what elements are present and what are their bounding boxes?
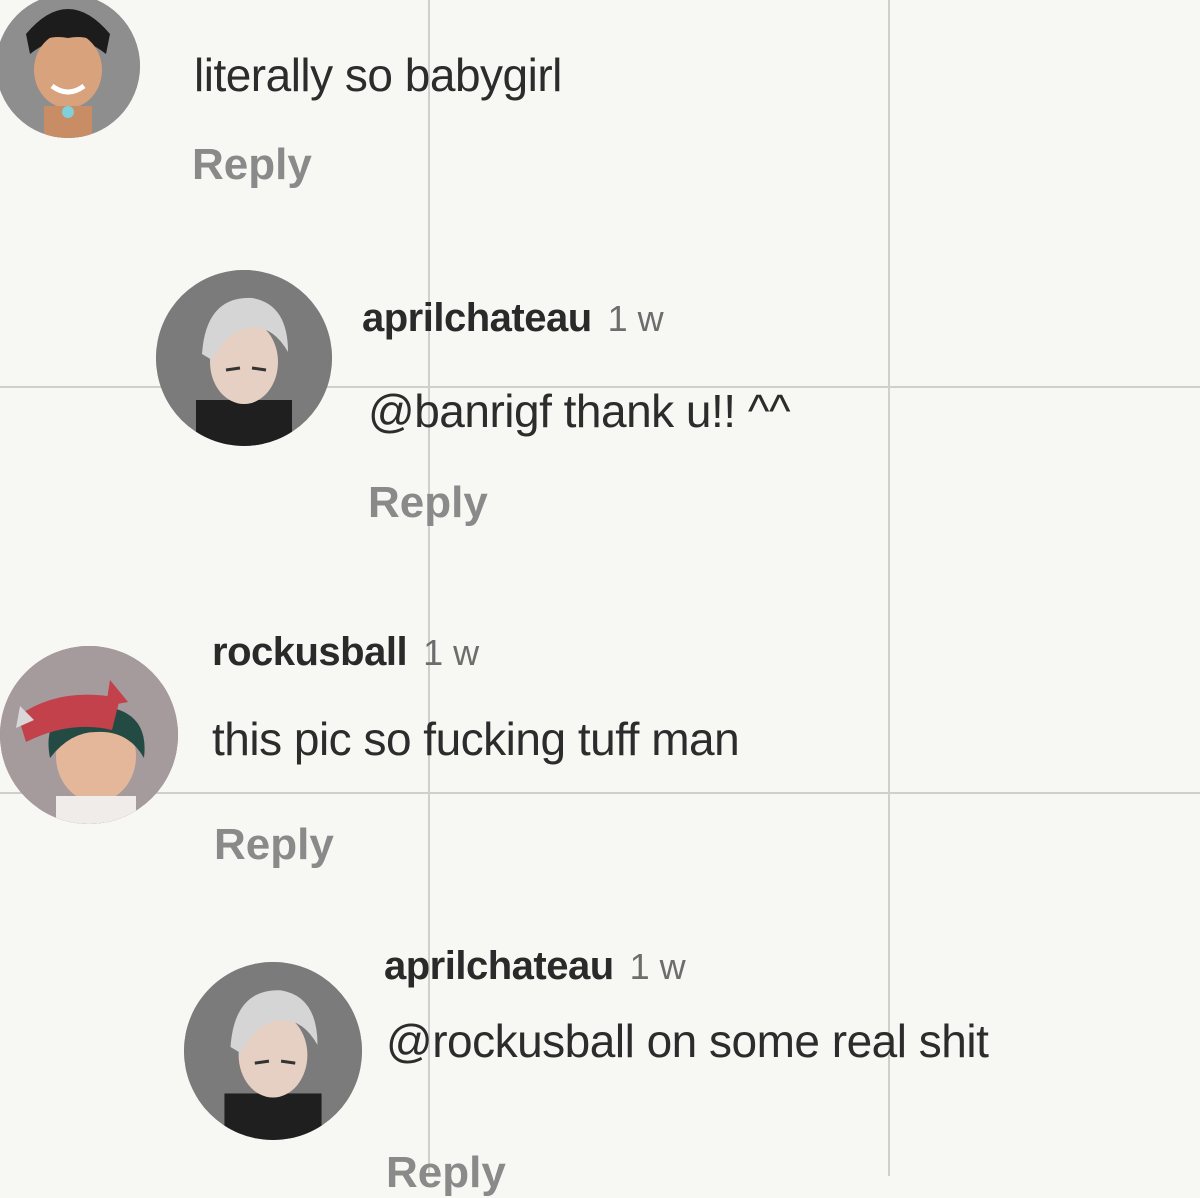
timestamp: 1 w [629,946,686,987]
silver-hair-avatar-icon [184,962,362,1140]
anime-boy-avatar-icon [0,0,140,138]
reply-button[interactable]: Reply [214,820,334,870]
username[interactable]: aprilchateau [384,944,614,988]
silver-hair-avatar-icon [156,270,332,446]
comment-text: this pic so fucking tuff man [212,713,740,765]
timestamp: 1 w [423,632,480,673]
reply-button[interactable]: Reply [368,478,488,528]
helmet-girl-avatar-icon [0,646,178,824]
avatar[interactable] [0,646,178,824]
comment-header: rockusball 1 w [212,630,479,678]
avatar[interactable] [156,270,332,446]
comment-text: @banrigf thank u!! ^^ [368,385,791,437]
reply-button[interactable]: Reply [386,1148,506,1198]
username[interactable]: rockusball [212,630,408,674]
grid-line-vertical [428,0,430,1176]
comment-header: aprilchateau 1 w [384,944,686,992]
username[interactable]: aprilchateau [362,296,592,340]
avatar[interactable] [184,962,362,1140]
avatar[interactable] [0,0,140,138]
reply-button[interactable]: Reply [192,140,312,190]
comment-text: @rockusball on some real shit [386,1015,989,1067]
comment-header: aprilchateau 1 w [362,296,664,344]
grid-line-horizontal [0,792,1200,794]
grid-line-vertical [888,0,890,1176]
timestamp: 1 w [607,298,664,339]
comment-text: literally so babygirl [194,49,562,101]
